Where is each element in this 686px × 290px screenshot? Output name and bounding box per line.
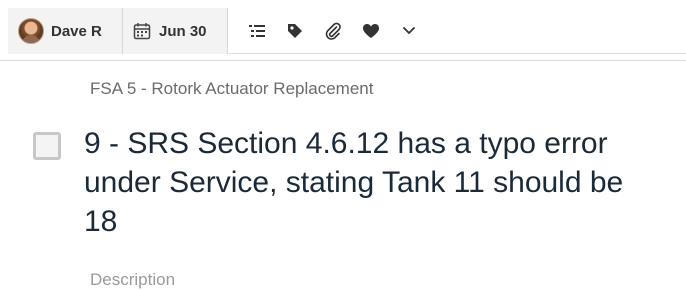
checklist-icon[interactable] <box>246 20 268 42</box>
heart-icon[interactable] <box>360 20 382 42</box>
task-title[interactable]: 9 - SRS Section 4.6.12 has a typo error … <box>84 124 686 241</box>
assignee-name: Dave R <box>51 22 102 40</box>
assignee-button[interactable]: Dave R <box>8 8 123 54</box>
task-actions <box>229 8 686 54</box>
due-date-button[interactable]: Jun 30 <box>123 8 228 54</box>
paperclip-icon[interactable] <box>322 20 344 42</box>
user-avatar <box>18 18 44 44</box>
description-field[interactable]: Description <box>90 270 175 290</box>
chevron-down-icon[interactable] <box>398 20 420 42</box>
calendar-icon <box>133 22 151 40</box>
due-date-label: Jun 30 <box>159 22 207 40</box>
task-complete-checkbox[interactable] <box>33 132 61 160</box>
tag-icon[interactable] <box>284 20 306 42</box>
task-toolbar: Dave R Jun 30 <box>0 0 686 61</box>
project-breadcrumb[interactable]: FSA 5 - Rotork Actuator Replacement <box>90 79 373 99</box>
